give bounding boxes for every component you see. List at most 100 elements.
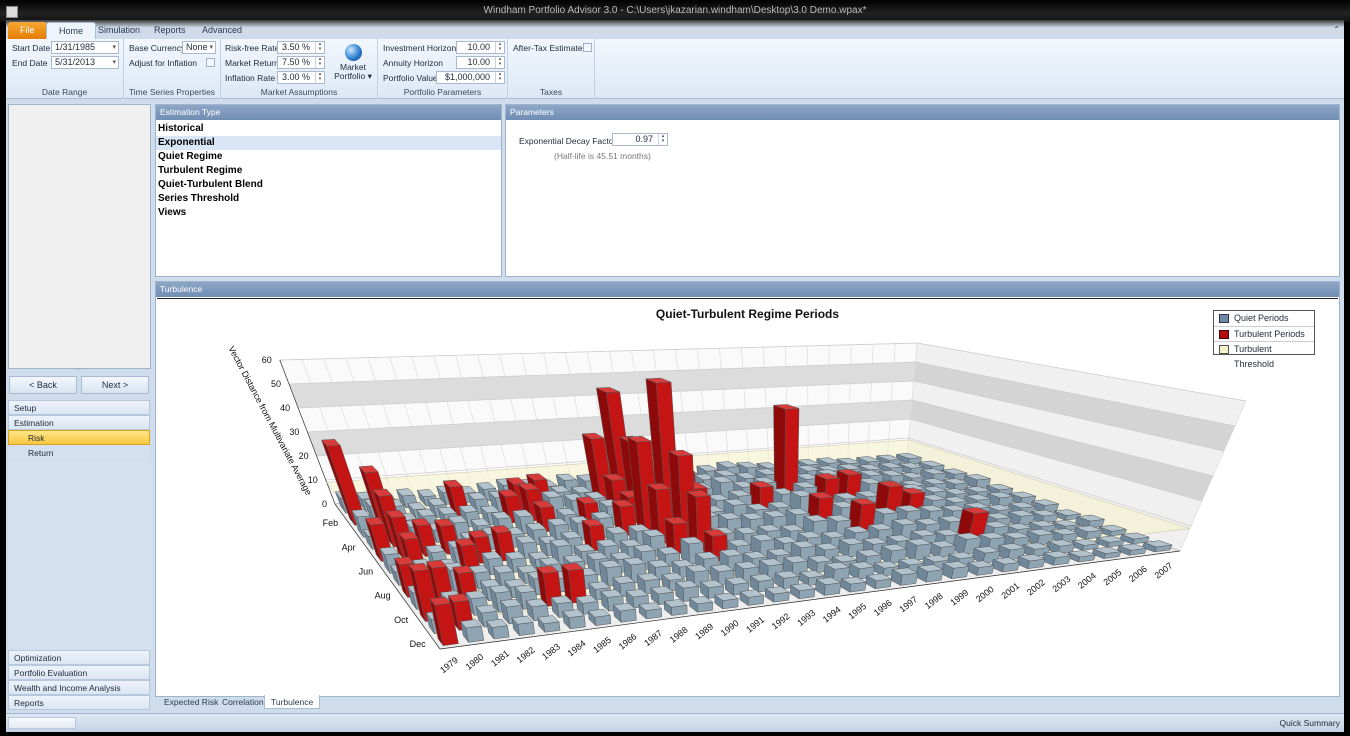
legend-swatch-turbulent: [1219, 330, 1229, 339]
year-label: 1996: [872, 598, 894, 618]
estimation-type-header: Estimation Type: [156, 105, 501, 120]
group-market-assumptions: Risk-free Rate 3.50 % ▴ ▾ Market Return 7.…: [221, 39, 378, 99]
next-button[interactable]: Next >: [81, 376, 149, 394]
tab-file[interactable]: File: [8, 22, 47, 39]
estimation-views[interactable]: Views: [156, 206, 501, 220]
nav-item-estimation[interactable]: Estimation: [8, 415, 150, 430]
adjust-inflation-checkbox[interactable]: [206, 58, 215, 67]
nav-item-reports[interactable]: Reports: [8, 695, 150, 710]
spinner-icon[interactable]: ▴ ▾: [658, 134, 667, 145]
bar-front: [491, 625, 510, 640]
nav-item-wealth-income[interactable]: Wealth and Income Analysis: [8, 680, 150, 695]
decay-factor-field[interactable]: 0.97 ▴ ▾: [612, 133, 668, 146]
ribbon-tabs: File Home Simulation Reports Advanced ⌃: [6, 20, 1344, 39]
back-button[interactable]: < Back: [9, 376, 77, 394]
after-tax-checkbox[interactable]: [583, 43, 592, 52]
spinner-icon[interactable]: ▴ ▾: [315, 42, 324, 53]
year-label: 1995: [846, 601, 868, 621]
base-currency-select[interactable]: None ▾: [182, 41, 216, 54]
end-date-label: End Date: [12, 58, 48, 68]
tab-expected-risk[interactable]: Expected Risk: [158, 695, 224, 709]
month-label: Oct: [394, 615, 409, 625]
investment-horizon-field[interactable]: 10.00 ▴ ▾: [456, 41, 505, 54]
investment-horizon-value: 10.00: [467, 42, 490, 52]
splitter-handle[interactable]: ····: [74, 366, 83, 373]
legend-label: Turbulent Periods: [1234, 329, 1305, 339]
market-return-label: Market Return: [225, 58, 279, 68]
portfolio-value-field[interactable]: $1,000,000 ▴ ▾: [436, 71, 505, 84]
year-label: 1997: [897, 594, 919, 614]
risk-free-field[interactable]: 3.50 % ▴ ▾: [277, 41, 325, 54]
start-date-value: 1/31/1985: [55, 42, 96, 52]
nav-item-setup[interactable]: Setup: [8, 400, 150, 415]
annuity-horizon-field[interactable]: 10.00 ▴ ▾: [456, 56, 505, 69]
nav-item-optimization[interactable]: Optimization: [8, 650, 150, 665]
spinner-icon[interactable]: ▴ ▾: [495, 72, 504, 83]
globe-icon: [344, 44, 362, 61]
parameters-header: Parameters: [506, 105, 1339, 120]
estimation-historical[interactable]: Historical: [156, 122, 501, 136]
market-portfolio-button[interactable]: Market Portfolio ▾: [333, 41, 373, 85]
inflation-rate-value: 3.00 %: [281, 72, 310, 82]
estimation-turbulent-regime[interactable]: Turbulent Regime: [156, 164, 501, 178]
estimation-type-panel: Estimation Type Historical Exponential Q…: [155, 104, 502, 277]
after-tax-label: After-Tax Estimates: [513, 43, 587, 53]
year-label: 1994: [821, 604, 843, 624]
quick-summary-button[interactable]: Quick Summary: [1280, 718, 1340, 728]
month-label: Feb: [323, 518, 339, 528]
spinner-icon[interactable]: ▴ ▾: [315, 72, 324, 83]
chevron-down-icon[interactable]: ▾: [112, 57, 116, 68]
nav-item-portfolio-evaluation[interactable]: Portfolio Evaluation: [8, 665, 150, 680]
legend-swatch-threshold: [1219, 345, 1229, 354]
estimation-series-threshold[interactable]: Series Threshold: [156, 192, 501, 206]
group-label: Taxes: [539, 87, 563, 97]
market-return-field[interactable]: 7.50 % ▴ ▾: [277, 56, 325, 69]
portfolio-value-label: Portfolio Value: [383, 73, 438, 83]
chevron-down-icon[interactable]: ▾: [112, 42, 116, 53]
month-label: Jun: [359, 566, 374, 576]
tab-turbulence[interactable]: Turbulence: [264, 695, 321, 709]
turbulence-header: Turbulence: [156, 282, 1339, 297]
year-label: 1985: [591, 635, 613, 655]
spinner-icon[interactable]: ▴ ▾: [495, 57, 504, 68]
year-label: 2005: [1101, 567, 1123, 587]
year-label: 2000: [974, 584, 996, 604]
year-label: 1988: [668, 625, 690, 645]
year-label: 2007: [1153, 560, 1175, 580]
group-time-series: Base Currency None ▾ Adjust for Inflation…: [124, 39, 221, 99]
inflation-rate-label: Inflation Rate: [225, 73, 276, 83]
risk-free-value: 3.50 %: [281, 42, 310, 52]
collapse-ribbon-icon[interactable]: ⌃: [1333, 25, 1340, 34]
parameters-panel: Parameters Exponential Decay Factor: 0.9…: [505, 104, 1340, 277]
chevron-down-icon[interactable]: ▾: [209, 42, 213, 53]
spinner-icon[interactable]: ▴ ▾: [495, 42, 504, 53]
legend-label: Turbulent Threshold: [1234, 344, 1275, 369]
estimation-quiet-regime[interactable]: Quiet Regime: [156, 150, 501, 164]
estimation-quiet-turbulent-blend[interactable]: Quiet-Turbulent Blend: [156, 178, 501, 192]
nav-item-return[interactable]: Return: [8, 445, 150, 460]
app-icon[interactable]: [6, 6, 18, 18]
nav-item-risk[interactable]: Risk: [8, 430, 150, 445]
bar-front: [620, 608, 637, 623]
year-label: 1991: [744, 614, 766, 634]
base-currency-value: None: [186, 42, 208, 52]
estimation-type-list: Historical Exponential Quiet Regime Turb…: [156, 120, 501, 220]
y-tick-label: 50: [271, 379, 281, 389]
group-taxes: After-Tax Estimates Taxes: [508, 39, 595, 99]
inflation-rate-field[interactable]: 3.00 % ▴ ▾: [277, 71, 325, 84]
year-label: 1987: [642, 628, 664, 648]
tab-advanced[interactable]: Advanced: [190, 22, 254, 39]
year-label: 1986: [617, 631, 639, 651]
bar-front: [517, 621, 535, 636]
year-label: 2001: [999, 581, 1021, 601]
group-portfolio-parameters: Investment Horizon 10.00 ▴ ▾ Annuity Horiz…: [378, 39, 508, 99]
start-date-field[interactable]: 1/31/1985 ▾: [51, 41, 119, 54]
spinner-icon[interactable]: ▴ ▾: [315, 57, 324, 68]
year-label: 1979: [438, 655, 460, 675]
tab-correlation[interactable]: Correlation: [216, 695, 270, 709]
end-date-field[interactable]: 5/31/2013 ▾: [51, 56, 119, 69]
estimation-exponential[interactable]: Exponential: [156, 136, 501, 150]
status-bar: Quick Summary: [6, 713, 1344, 732]
year-label: 2003: [1050, 574, 1072, 594]
year-label: 1984: [566, 638, 588, 658]
